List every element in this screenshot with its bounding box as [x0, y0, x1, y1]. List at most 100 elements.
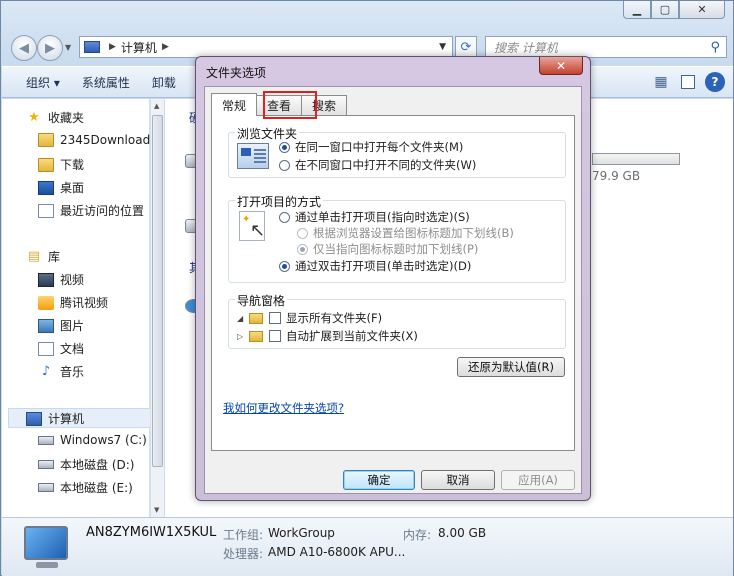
back-button[interactable]: ◀ — [11, 35, 37, 61]
drive-free-space: 79.9 GB — [592, 169, 641, 183]
breadcrumb-computer[interactable]: 计算机 — [121, 39, 157, 56]
tencent-video-icon — [38, 295, 54, 310]
option-label: 通过单击打开项目(指向时选定)(S) — [295, 210, 470, 224]
click-items-legend: 打开项目的方式 — [235, 193, 324, 210]
sidebar-item-music[interactable]: ♪ 音乐 — [38, 363, 84, 380]
sidebar-item-videos[interactable]: 视频 — [38, 271, 84, 288]
option-label: 通过双击打开项目(单击时选定)(D) — [295, 259, 472, 273]
option-label: 显示所有文件夹(F) — [286, 311, 383, 325]
radio-double-click[interactable]: 通过双击打开项目(单击时选定)(D) — [279, 258, 471, 274]
sidebar-item-favorites[interactable]: ★ 收藏夹 — [26, 109, 84, 126]
sidebar-item-label: 下载 — [60, 158, 85, 172]
sidebar-item-documents[interactable]: 文档 — [38, 340, 84, 357]
apply-button[interactable]: 应用(A) — [501, 470, 575, 490]
help-link[interactable]: 我如何更改文件夹选项? — [223, 400, 344, 416]
sidebar-item-desktop[interactable]: 桌面 — [38, 179, 84, 196]
radio-button-icon[interactable] — [279, 260, 290, 272]
breadcrumb-separator-icon[interactable]: ▶ — [162, 42, 169, 52]
pictures-icon — [38, 318, 54, 333]
radio-button-icon[interactable] — [297, 243, 308, 255]
radio-single-click[interactable]: 通过单击打开项目(指向时选定)(S) — [279, 209, 470, 225]
option-label: 在同一窗口中打开每个文件夹(M) — [295, 140, 464, 154]
sidebar-item-label: 本地磁盘 (E:) — [60, 481, 133, 495]
option-label: 仅当指向图标标题时加下划线(P) — [313, 242, 479, 256]
sidebar-item-downloads[interactable]: 下载 — [38, 156, 84, 173]
tab-general[interactable]: 常规 — [211, 93, 258, 116]
view-tab-highlight — [263, 91, 317, 119]
sidebar-item-tencent-video[interactable]: 腾讯视频 — [38, 294, 108, 311]
help-icon[interactable]: ? — [705, 72, 725, 92]
scroll-up-icon[interactable]: ▲ — [154, 102, 159, 110]
option-label: 自动扩展到当前文件夹(X) — [286, 329, 418, 343]
organize-button[interactable]: 组织 ▾ — [26, 74, 60, 91]
radio-button-icon[interactable] — [279, 141, 290, 153]
ok-button[interactable]: 确定 — [343, 470, 415, 490]
change-view-icon[interactable]: ▦ — [651, 72, 671, 92]
recent-pages-dropdown[interactable]: ▼ — [65, 43, 71, 52]
sidebar-item-label: 音乐 — [60, 365, 85, 379]
uninstall-button[interactable]: 卸载 — [152, 74, 176, 91]
drive-icon — [38, 483, 54, 492]
click-items-illustration-icon: ✦ ↖ — [239, 211, 265, 241]
maximize-button[interactable]: ▢ — [651, 1, 679, 19]
cancel-button[interactable]: 取消 — [421, 470, 495, 490]
minimize-button[interactable]: ▁ — [623, 1, 651, 19]
checkbox-icon[interactable] — [269, 330, 281, 342]
click-items-group: 打开项目的方式 ✦ ↖ 通过单击打开项目(指向时选定)(S) 根据浏览器设置给图… — [228, 193, 566, 283]
restore-defaults-button[interactable]: 还原为默认值(R) — [457, 357, 565, 377]
address-dropdown-icon[interactable]: ▼ — [439, 42, 446, 52]
folder-icon — [249, 312, 263, 324]
radio-button-icon[interactable] — [279, 159, 290, 171]
sidebar-item-libraries[interactable]: ▤ 库 — [26, 248, 60, 265]
forward-button[interactable]: ▶ — [37, 35, 63, 61]
address-bar[interactable]: ▶ 计算机 ▶ ▼ — [79, 36, 453, 58]
radio-same-window[interactable]: 在同一窗口中打开每个文件夹(M) — [279, 139, 463, 155]
drive-usage-bar — [592, 153, 680, 165]
sidebar-item-drive-e[interactable]: 本地磁盘 (E:) — [38, 479, 133, 496]
dialog-close-button[interactable]: ✕ — [539, 57, 583, 75]
breadcrumb-separator-icon[interactable]: ▶ — [109, 42, 116, 52]
navigation-pane-legend: 导航窗格 — [235, 292, 288, 309]
sidebar-item-label: 最近访问的位置 — [60, 204, 145, 218]
general-tab-panel: 浏览文件夹 在同一窗口中打开每个文件夹(M) 在不同窗口中打开不同的文件夹(W)… — [211, 115, 575, 451]
sidebar-item-pictures[interactable]: 图片 — [38, 317, 84, 334]
browse-folders-group: 浏览文件夹 在同一窗口中打开每个文件夹(M) 在不同窗口中打开不同的文件夹(W) — [228, 125, 566, 178]
memory-value: 8.00 GB — [438, 526, 487, 540]
desktop-icon — [38, 180, 54, 195]
recent-places-icon — [38, 203, 54, 218]
scrollbar-thumb[interactable] — [152, 115, 163, 467]
sidebar-item-label: 计算机 — [48, 412, 85, 426]
sidebar-scrollbar[interactable]: ▲ ▼ — [150, 99, 164, 517]
sidebar-item-label: 桌面 — [60, 181, 85, 195]
search-icon[interactable]: ⚲ — [710, 40, 720, 55]
sidebar-item-label: 收藏夹 — [48, 111, 85, 125]
system-properties-button[interactable]: 系统属性 — [82, 74, 130, 91]
star-icon: ★ — [28, 110, 40, 125]
radio-underline-browser[interactable]: 根据浏览器设置给图标标题加下划线(B) — [297, 225, 514, 241]
close-button[interactable]: ✕ — [679, 1, 725, 19]
radio-underline-point[interactable]: 仅当指向图标标题时加下划线(P) — [297, 241, 478, 257]
sidebar-item-label: 2345Downloads — [60, 133, 157, 147]
cursor-icon: ↖ — [250, 220, 266, 241]
radio-button-icon[interactable] — [297, 227, 308, 239]
sidebar-item-computer[interactable]: 计算机 — [26, 410, 84, 427]
windows-drive-icon — [38, 435, 54, 445]
radio-button-icon[interactable] — [279, 211, 290, 223]
sidebar-item-recent-places[interactable]: 最近访问的位置 — [38, 202, 144, 219]
sidebar-item-2345downloads[interactable]: 2345Downloads — [38, 133, 156, 147]
sidebar-item-drive-c[interactable]: Windows7 (C:) — [38, 433, 147, 447]
checkbox-auto-expand[interactable]: ▷ 自动扩展到当前文件夹(X) — [237, 328, 418, 344]
sidebar-item-label: 视频 — [60, 273, 85, 287]
preview-pane-icon[interactable] — [681, 75, 695, 89]
checkbox-show-all-folders[interactable]: ◢ 显示所有文件夹(F) — [237, 310, 382, 326]
refresh-button[interactable]: ⟳ — [455, 36, 477, 58]
documents-icon — [38, 341, 54, 356]
sidebar-item-drive-d[interactable]: 本地磁盘 (D:) — [38, 456, 134, 473]
folder-options-dialog: 文件夹选项 ✕ 常规 查看 搜索 浏览文件夹 在同一窗口中打开每个文件夹(M) … — [195, 56, 591, 501]
checkbox-icon[interactable] — [269, 312, 281, 324]
scroll-down-icon[interactable]: ▼ — [154, 506, 159, 514]
option-label: 在不同窗口中打开不同的文件夹(W) — [295, 158, 477, 172]
search-input[interactable]: 搜索 计算机 ⚲ — [485, 36, 727, 58]
downloads-folder-icon — [38, 157, 54, 172]
radio-new-window[interactable]: 在不同窗口中打开不同的文件夹(W) — [279, 157, 476, 173]
